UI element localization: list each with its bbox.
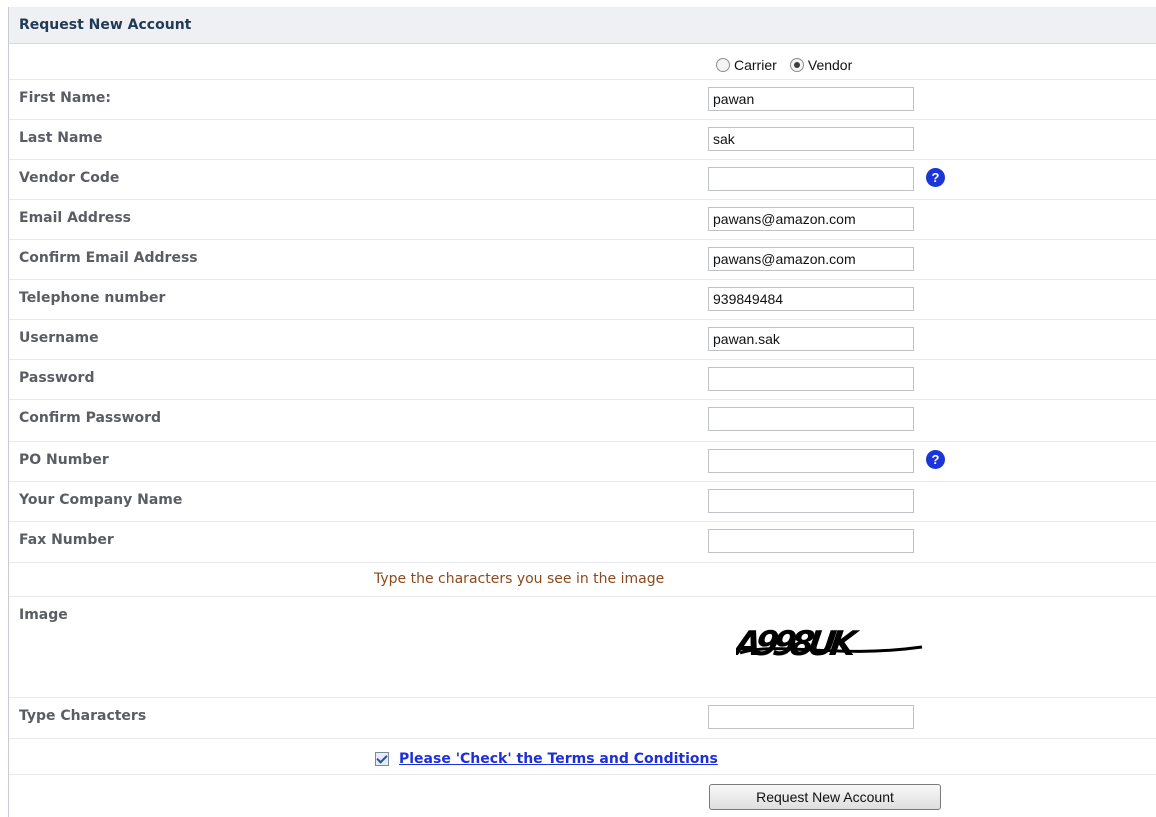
- carrier-radio[interactable]: [716, 57, 730, 72]
- captcha-image-label: Image: [19, 607, 68, 623]
- po-number-label: PO Number: [19, 452, 109, 468]
- po-number-field[interactable]: [708, 449, 914, 473]
- po-number-help-icon[interactable]: ?: [926, 450, 945, 469]
- first-name-label: First Name:: [19, 90, 112, 106]
- terms-checkbox[interactable]: [375, 751, 389, 766]
- vendor-code-field[interactable]: [708, 167, 914, 191]
- email-row: Email Address: [9, 200, 1156, 240]
- password-row: Password: [9, 360, 1156, 400]
- confirm-password-field[interactable]: [708, 407, 914, 431]
- username-label: Username: [19, 330, 99, 346]
- carrier-radio-label[interactable]: Carrier: [734, 57, 777, 73]
- telephone-row: Telephone number: [9, 280, 1156, 320]
- type-characters-row: Type Characters: [9, 698, 1156, 739]
- captcha-instruction: Type the characters you see in the image: [374, 571, 665, 587]
- captcha-image: A998UK: [736, 624, 923, 664]
- terms-link[interactable]: Please 'Check' the Terms and Conditions: [399, 751, 718, 767]
- fax-number-field[interactable]: [708, 529, 914, 553]
- vendor-code-row: Vendor Code ?: [9, 160, 1156, 200]
- fax-number-row: Fax Number: [9, 522, 1156, 563]
- first-name-row: First Name:: [9, 80, 1156, 120]
- first-name-field[interactable]: [708, 87, 914, 111]
- captcha-text: A998UK: [736, 624, 862, 664]
- password-label: Password: [19, 370, 95, 386]
- form-header: Request New Account: [9, 7, 1156, 44]
- password-field[interactable]: [708, 367, 914, 391]
- account-type-group: Carrier Vendor: [716, 54, 860, 73]
- terms-row: Please 'Check' the Terms and Conditions: [9, 739, 1156, 775]
- confirm-password-row: Confirm Password: [9, 400, 1156, 442]
- request-account-button[interactable]: Request New Account: [709, 784, 941, 810]
- username-field[interactable]: [708, 327, 914, 351]
- confirm-password-label: Confirm Password: [19, 410, 162, 426]
- telephone-field[interactable]: [708, 287, 914, 311]
- email-label: Email Address: [19, 210, 132, 226]
- confirm-email-field[interactable]: [708, 247, 914, 271]
- submit-row: Request New Account: [9, 775, 1156, 817]
- type-characters-field[interactable]: [708, 705, 914, 729]
- last-name-field[interactable]: [708, 127, 914, 151]
- company-name-field[interactable]: [708, 489, 914, 513]
- captcha-image-row: Image A998UK: [9, 597, 1156, 698]
- vendor-code-label: Vendor Code: [19, 170, 120, 186]
- email-field[interactable]: [708, 207, 914, 231]
- terms-group: Please 'Check' the Terms and Conditions: [375, 748, 718, 767]
- po-number-row: PO Number ?: [9, 442, 1156, 482]
- confirm-email-row: Confirm Email Address: [9, 240, 1156, 280]
- vendor-radio[interactable]: [789, 57, 804, 72]
- form-title: Request New Account: [19, 17, 192, 33]
- company-name-row: Your Company Name: [9, 482, 1156, 522]
- username-row: Username: [9, 320, 1156, 360]
- vendor-radio-label[interactable]: Vendor: [808, 57, 852, 73]
- last-name-row: Last Name: [9, 120, 1156, 160]
- captcha-instruction-row: Type the characters you see in the image: [9, 563, 1156, 597]
- account-type-row: Carrier Vendor: [9, 44, 1156, 80]
- vendor-code-help-icon[interactable]: ?: [926, 168, 945, 187]
- fax-number-label: Fax Number: [19, 532, 114, 548]
- last-name-label: Last Name: [19, 130, 103, 146]
- confirm-email-label: Confirm Email Address: [19, 250, 198, 266]
- company-name-label: Your Company Name: [19, 492, 183, 508]
- type-characters-label: Type Characters: [19, 708, 147, 724]
- telephone-label: Telephone number: [19, 290, 166, 306]
